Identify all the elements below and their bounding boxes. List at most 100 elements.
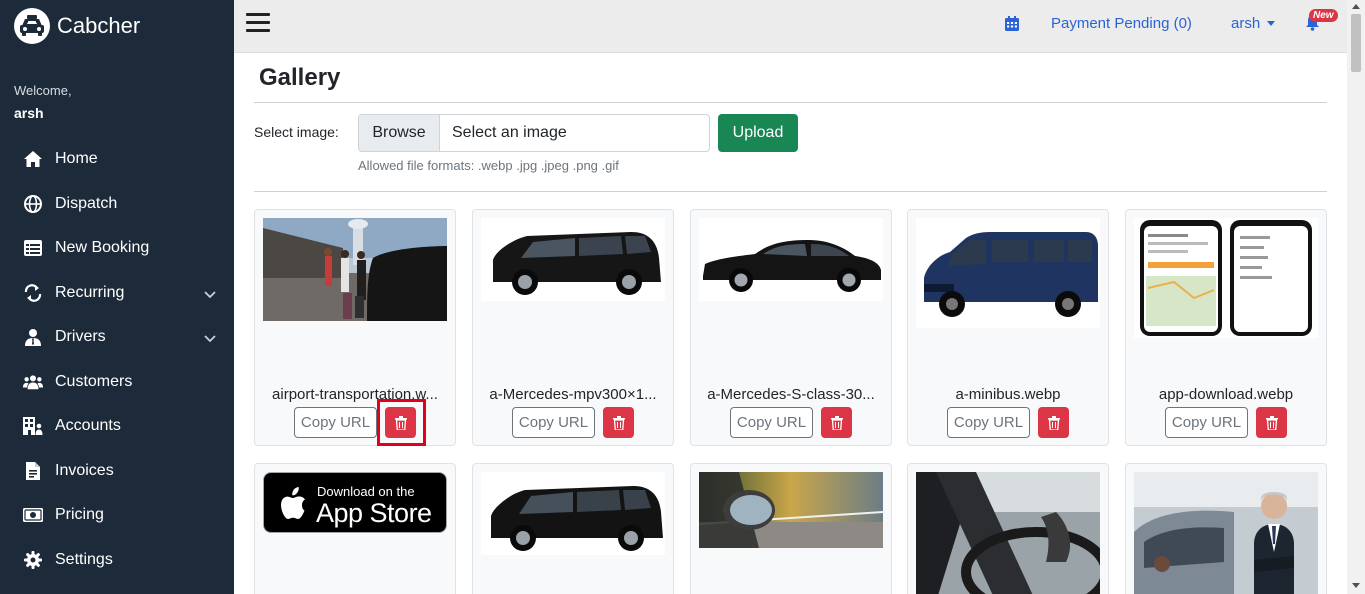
delete-button[interactable] (1038, 407, 1069, 438)
scroll-up-arrow-icon[interactable] (1352, 4, 1360, 9)
gallery-image-mirror-road (699, 472, 883, 548)
sidebar-item-recurring[interactable]: Recurring (0, 271, 234, 316)
brand-name: Cabcher (57, 13, 141, 38)
trash-icon (394, 415, 407, 430)
sidebar-item-label: Recurring (55, 283, 125, 301)
invoice-icon (23, 461, 43, 481)
gallery-card: app-download.webp Copy URL (1125, 209, 1327, 446)
gallery-card (907, 463, 1109, 594)
app-store-big-text: App Store (316, 498, 432, 528)
sidebar: Cabcher Welcome, arsh Home Dispatch New … (0, 0, 234, 594)
chevron-down-icon (204, 330, 216, 348)
sidebar-item-accounts[interactable]: Accounts (0, 404, 234, 449)
caret-down-icon (1267, 20, 1276, 26)
sidebar-item-home[interactable]: Home (0, 137, 234, 182)
sidebar-item-invoices[interactable]: Invoices (0, 449, 234, 494)
new-badge: New (1309, 9, 1338, 22)
file-name-field[interactable]: Select an image (440, 115, 709, 151)
globe-icon (23, 194, 43, 214)
gallery-card: a-Mercedes-mpv300×1... Copy URL (472, 209, 674, 446)
money-bill-icon (23, 505, 43, 525)
copy-url-button[interactable]: Copy URL (1165, 407, 1248, 438)
sidebar-item-label: Pricing (55, 506, 104, 524)
repeat-icon (23, 283, 43, 303)
gallery-image-black-sedan (699, 218, 883, 301)
delete-button[interactable] (603, 407, 634, 438)
scroll-down-arrow-icon[interactable] (1352, 583, 1360, 588)
gallery-image-blue-minibus (916, 218, 1100, 328)
sidebar-item-label: Invoices (55, 461, 114, 479)
apple-logo-icon (281, 487, 305, 519)
gallery-image-businessman-car (1134, 472, 1318, 594)
sidebar-item-label: Home (55, 150, 98, 168)
home-icon (23, 149, 43, 169)
table-list-icon (23, 238, 43, 258)
sidebar-item-label: Customers (55, 372, 133, 390)
scrollbar-thumb[interactable] (1351, 14, 1361, 72)
sidebar-item-label: Dispatch (55, 194, 118, 212)
sidebar-item-dispatch[interactable]: Dispatch (0, 182, 234, 227)
app-store-small-text: Download on the (317, 484, 415, 499)
copy-url-button[interactable]: Copy URL (294, 407, 377, 438)
sidebar-item-drivers[interactable]: Drivers (0, 315, 234, 360)
sidebar-item-pricing[interactable]: Pricing (0, 493, 234, 538)
trash-icon (830, 415, 843, 430)
copy-url-button[interactable]: Copy URL (512, 407, 595, 438)
trash-icon (1265, 415, 1278, 430)
top-navbar: Payment Pending (0) arsh New (234, 0, 1347, 53)
gallery-image-steering-wheel (916, 472, 1100, 594)
sidebar-item-label: Settings (55, 550, 113, 568)
gallery-filename: app-download.webp (1158, 386, 1294, 403)
sidebar-item-new-booking[interactable]: New Booking (0, 226, 234, 271)
select-image-label: Select image: (254, 124, 339, 140)
welcome-label: Welcome, (14, 83, 72, 98)
trash-icon (1047, 415, 1060, 430)
page-title: Gallery (259, 64, 341, 91)
gallery-card: Download on the App Store (254, 463, 456, 594)
gallery-image-app-screens (1134, 218, 1318, 338)
gallery-card (472, 463, 674, 594)
gear-icon (23, 550, 43, 570)
hamburger-menu-icon[interactable] (246, 13, 270, 33)
page-scrollbar[interactable] (1347, 0, 1365, 594)
delete-button[interactable] (385, 407, 416, 438)
delete-button[interactable] (1256, 407, 1287, 438)
building-icon (23, 416, 43, 436)
sidebar-item-label: Drivers (55, 328, 106, 346)
divider (254, 102, 1327, 103)
file-input[interactable]: Browse Select an image (358, 114, 710, 152)
user-dropdown[interactable]: arsh (1231, 15, 1276, 32)
taxi-logo-icon (14, 8, 50, 44)
user-tie-icon (23, 327, 43, 347)
gallery-image-airport (263, 218, 447, 321)
delete-button[interactable] (821, 407, 852, 438)
gallery-filename: a-Mercedes-mpv300×1... (489, 386, 657, 403)
copy-url-button[interactable]: Copy URL (947, 407, 1030, 438)
sidebar-item-label: Accounts (55, 417, 121, 435)
gallery-filename: airport-transportation.w... (272, 386, 438, 403)
users-icon (23, 372, 43, 392)
gallery-image-app-store-badge: Download on the App Store (263, 472, 447, 533)
sidebar-item-label: New Booking (55, 239, 150, 257)
welcome-user: arsh (14, 105, 44, 121)
chevron-down-icon (204, 286, 216, 304)
payment-pending-link[interactable]: Payment Pending (0) (1051, 15, 1192, 32)
allowed-formats-hint: Allowed file formats: .webp .jpg .jpeg .… (358, 158, 619, 173)
upload-button[interactable]: Upload (718, 114, 798, 152)
gallery-filename: a-Mercedes-S-class-30... (707, 386, 875, 403)
sidebar-nav: Home Dispatch New Booking Recurring Driv… (0, 137, 234, 582)
divider (254, 191, 1327, 192)
user-dropdown-label: arsh (1231, 15, 1261, 32)
gallery-card: a-minibus.webp Copy URL (907, 209, 1109, 446)
sidebar-item-customers[interactable]: Customers (0, 360, 234, 405)
brand[interactable]: Cabcher (14, 8, 140, 44)
trash-icon (612, 415, 625, 430)
gallery-image-black-van-2 (481, 472, 665, 555)
gallery-card (690, 463, 892, 594)
calendar-icon[interactable] (1005, 16, 1019, 36)
copy-url-button[interactable]: Copy URL (730, 407, 813, 438)
gallery-filename: a-minibus.webp (955, 386, 1061, 403)
sidebar-item-settings[interactable]: Settings (0, 538, 234, 583)
gallery-card (1125, 463, 1327, 594)
browse-button[interactable]: Browse (359, 115, 440, 151)
